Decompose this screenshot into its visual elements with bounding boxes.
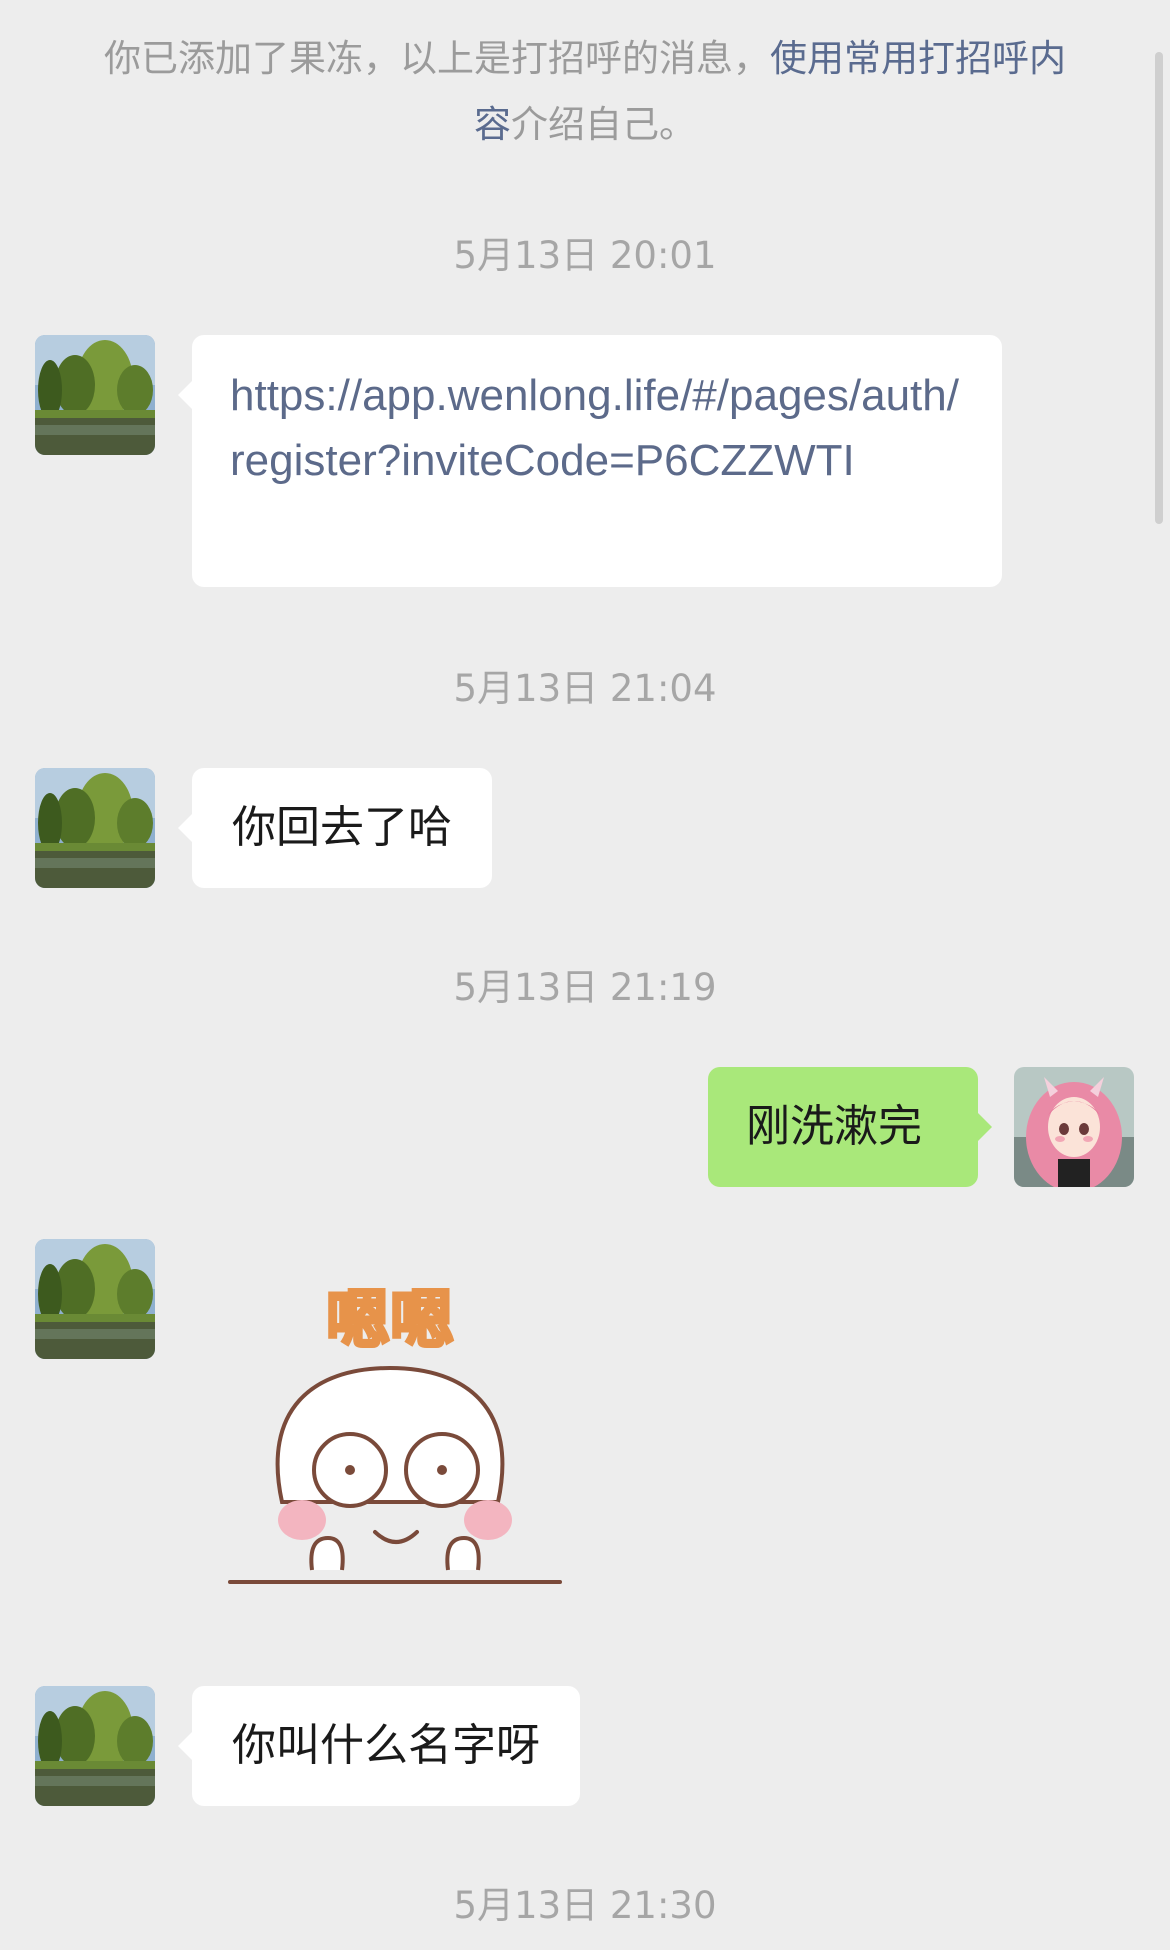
message-bubble-outgoing[interactable]: 刚洗漱完 <box>708 1067 992 1187</box>
system-notice: 你已添加了果冻，以上是打招呼的消息，使用常用打招呼内容介绍自己。 <box>96 26 1074 158</box>
landscape-avatar-image <box>35 335 155 455</box>
timestamp: 5月13日 20:01 <box>453 234 717 277</box>
timestamp: 5月13日 21:19 <box>453 966 717 1009</box>
contact-avatar[interactable] <box>35 335 155 455</box>
message-text: 你回去了哈 <box>232 802 452 853</box>
message-bubble-link[interactable]: https://app.wenlong.life/#/pages/auth/re… <box>178 335 1002 587</box>
sticker-caption: 嗯嗯 <box>326 1284 454 1358</box>
landscape-avatar-image <box>35 1686 155 1806</box>
sticker-message[interactable]: 嗯嗯 <box>220 1270 570 1610</box>
scrollbar-thumb[interactable] <box>1155 52 1163 524</box>
landscape-avatar-image <box>35 1239 155 1359</box>
contact-avatar[interactable] <box>35 1686 155 1806</box>
message-text: 刚洗漱完 <box>746 1101 922 1152</box>
timestamp: 5月13日 21:30 <box>453 1884 717 1927</box>
my-avatar[interactable] <box>1014 1067 1134 1187</box>
message-bubble[interactable]: 你回去了哈 <box>178 768 492 888</box>
landscape-avatar-image <box>35 768 155 888</box>
system-notice-prefix: 你已添加了果冻，以上是打招呼的消息， <box>104 37 770 80</box>
anime-girl-avatar-image <box>1014 1067 1134 1187</box>
system-notice-suffix: 介绍自己。 <box>511 103 696 146</box>
message-text: 你叫什么名字呀 <box>232 1720 540 1771</box>
message-bubble[interactable]: 你叫什么名字呀 <box>178 1686 580 1806</box>
sticker-image: 嗯嗯 <box>228 1283 562 1584</box>
contact-avatar[interactable] <box>35 1239 155 1359</box>
invite-url[interactable]: https://app.wenlong.life/#/pages/auth/re… <box>230 371 959 485</box>
contact-avatar[interactable] <box>35 768 155 888</box>
timestamp: 5月13日 21:04 <box>453 667 717 710</box>
